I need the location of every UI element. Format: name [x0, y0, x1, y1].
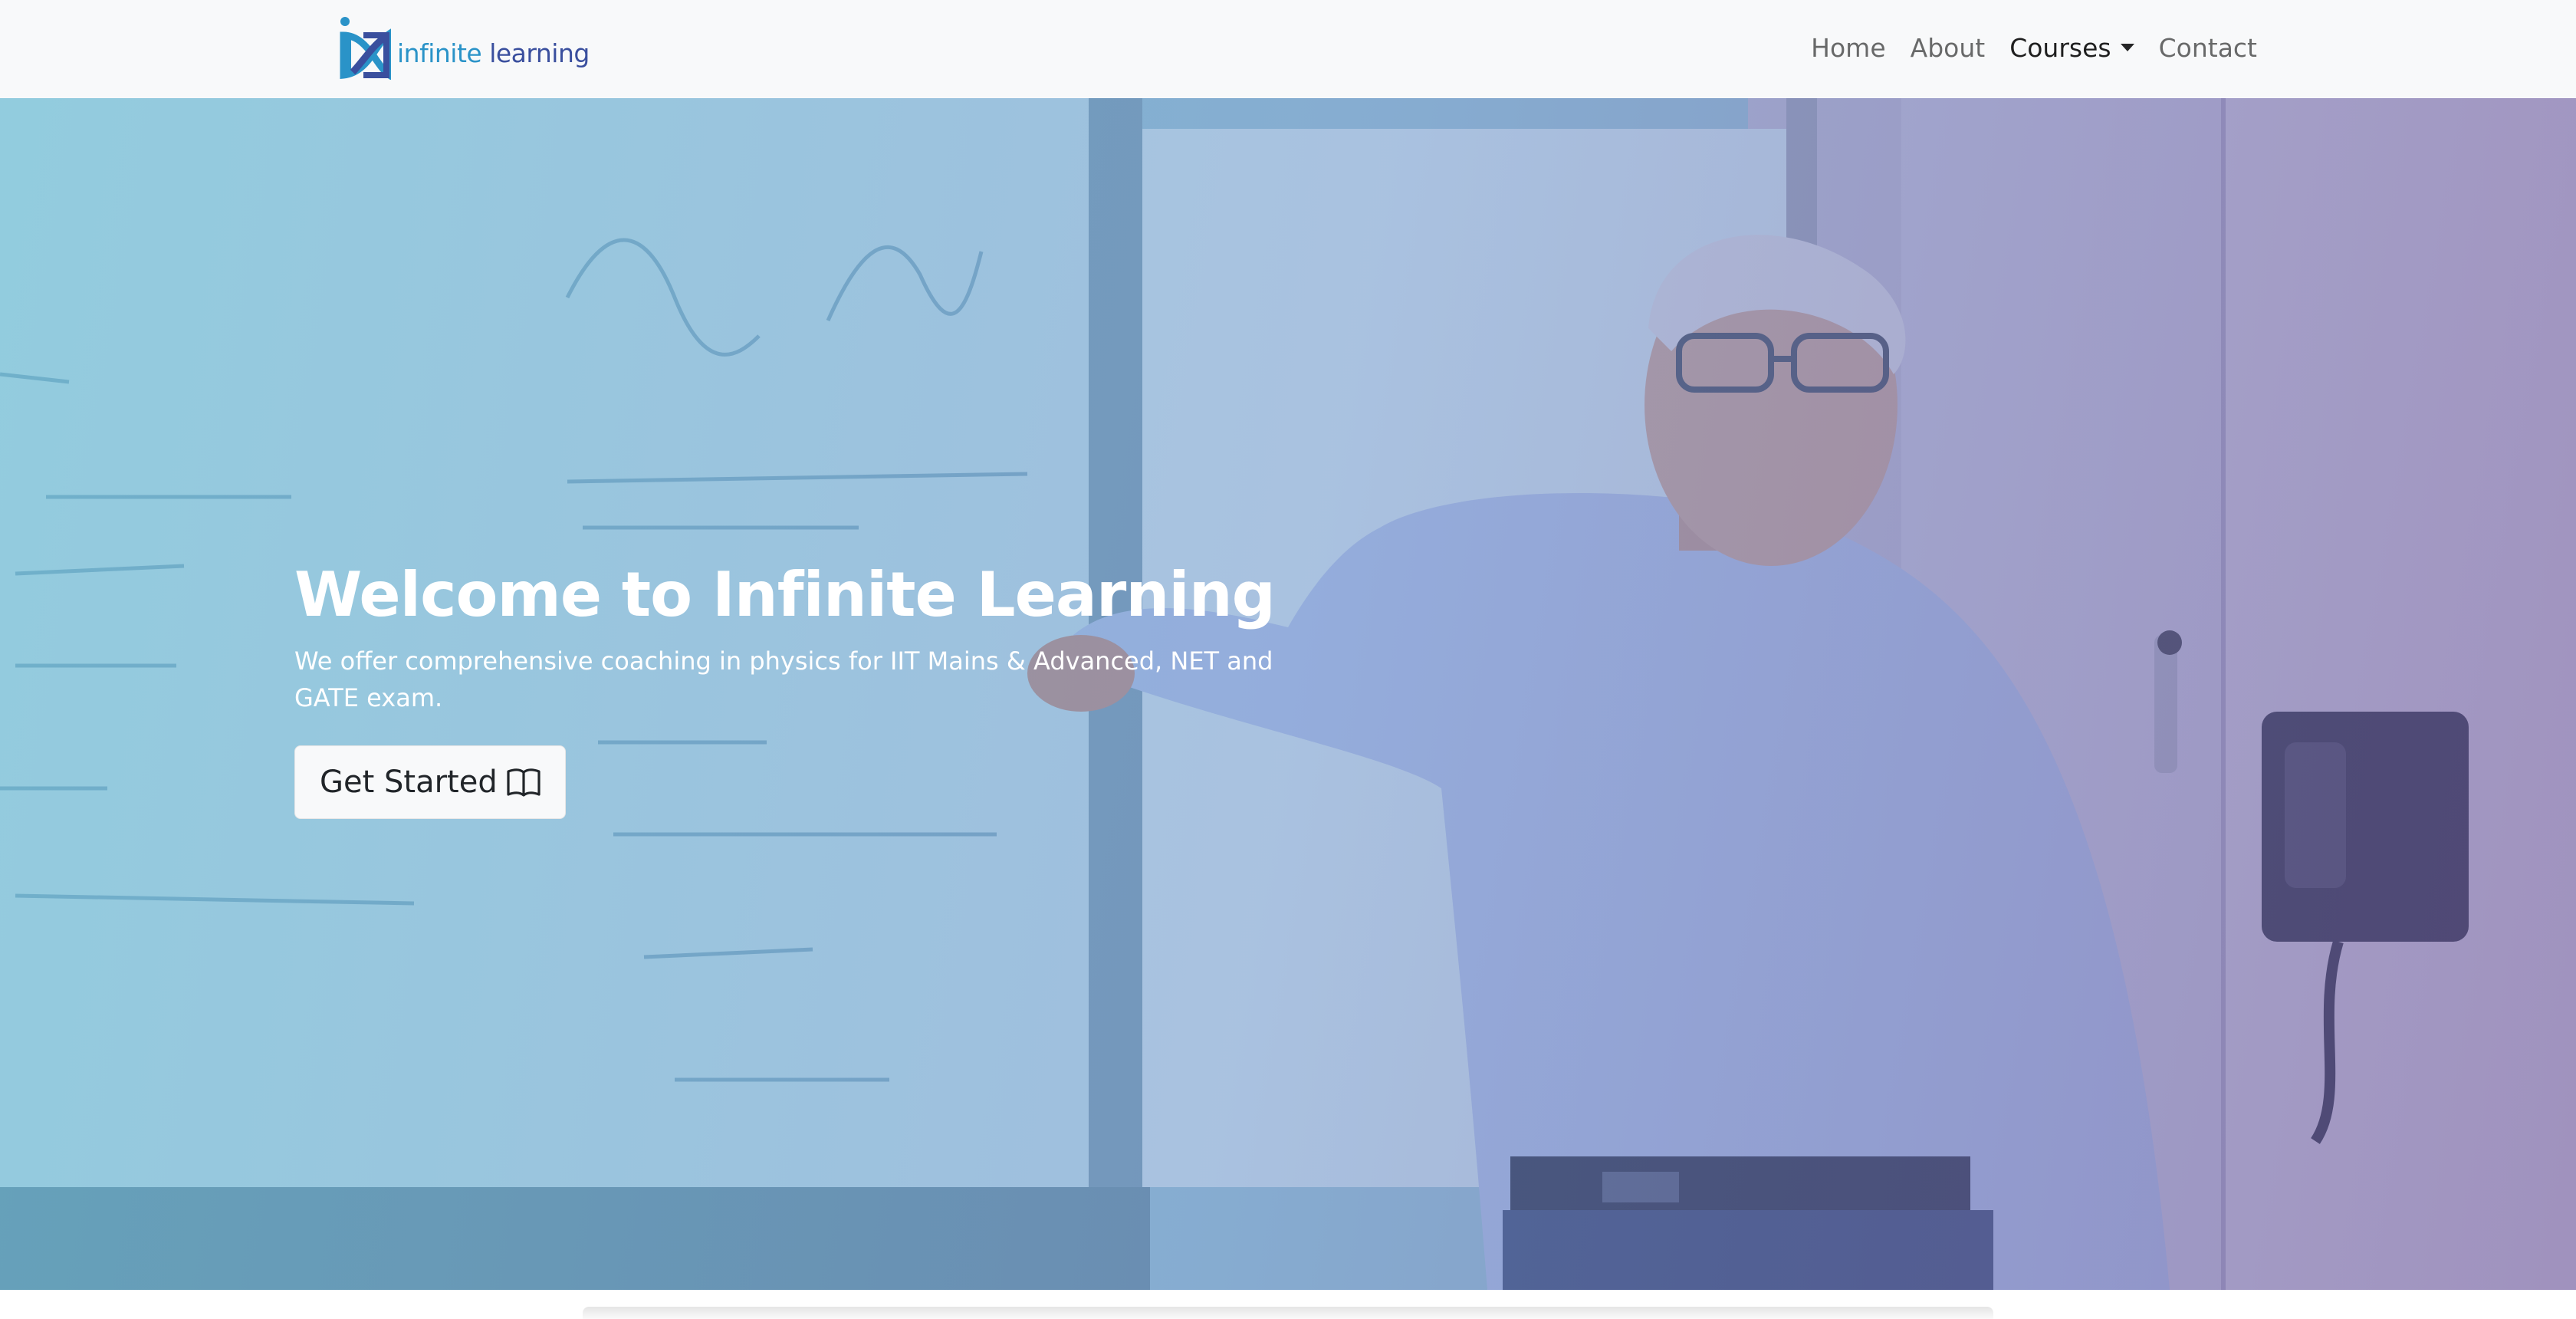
chevron-down-icon [2120, 44, 2134, 51]
brand-name-part2: learning [489, 38, 590, 68]
main-nav: Home About Courses Contact [1799, 0, 2269, 95]
hero-subtitle: We offer comprehensive coaching in physi… [294, 646, 1273, 712]
nav-courses-dropdown[interactable]: Courses [1997, 33, 2146, 63]
get-started-label: Get Started [320, 765, 498, 800]
nav-about[interactable]: About [1898, 33, 1998, 63]
get-started-button[interactable]: Get Started [294, 745, 566, 819]
nav-home[interactable]: Home [1799, 33, 1898, 63]
nav-courses-label: Courses [2009, 32, 2111, 63]
book-icon [507, 768, 540, 797]
hero-section: Welcome to Infinite Learning We offer co… [0, 98, 2576, 1290]
hero-title: Welcome to Infinite Learning [294, 559, 1276, 630]
hero-content: Welcome to Infinite Learning We offer co… [294, 558, 1306, 819]
infinity-i-logo-icon [340, 17, 391, 80]
brand-name: infinite learning [397, 38, 590, 68]
navbar: infinite learning Home About Courses Con… [0, 0, 2576, 98]
brand-name-part1: infinite [397, 38, 482, 68]
nav-contact[interactable]: Contact [2147, 33, 2269, 63]
brand-logo-link[interactable]: infinite learning [336, 15, 590, 80]
next-section-card-edge [583, 1307, 1993, 1319]
